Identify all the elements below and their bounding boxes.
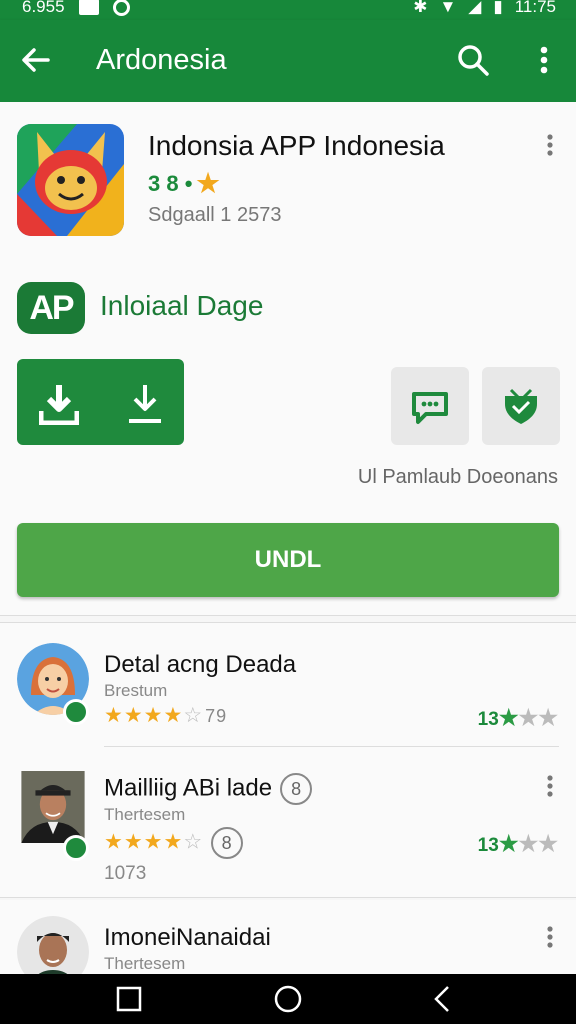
reviewer-name: ImoneiNanaidai [104,924,271,951]
status-clock: 11:75 [514,0,556,16]
search-icon[interactable] [455,42,491,78]
avatar [17,916,89,976]
review-score: 13★★★ [477,705,558,730]
signal-icon: ◢ [468,0,482,16]
card-overflow-icon[interactable] [540,132,560,162]
chat-button[interactable] [391,367,469,445]
reviewer-subtitle: Brestum [104,681,168,700]
back-nav-icon[interactable] [428,984,458,1014]
reviews-card: Detal acng Deada Brestum ★★★★☆ 79 13★★★ M… [0,622,576,898]
overflow-menu-icon[interactable] [532,42,556,78]
chat-icon [412,392,448,424]
app-name: Indonsia APP Indonesia [148,130,445,161]
rating-count: 79 [205,706,228,726]
battery-icon: ▮ [493,0,503,16]
review-overflow-icon[interactable] [540,773,560,803]
developer-name[interactable]: Inloiaal Dage [100,290,263,322]
download-button-group[interactable] [17,359,184,445]
install-button[interactable]: UNDL [17,523,559,597]
recents-icon[interactable] [114,984,144,1014]
divider [104,746,559,747]
reviewer-subtitle: Thertesem [104,805,186,824]
wifi-icon: ▼ [439,0,457,16]
badge-circle: 8 [280,773,313,805]
reviewer-subtitle: Thertesem [104,954,186,973]
review-overflow-icon[interactable] [540,924,560,954]
review-extra: 1073 [104,863,147,884]
star-icon: ★ [196,168,220,198]
install-note: Ul Pamlaub Doeonans [357,466,558,488]
badge-circle: 8 [211,827,244,859]
notification-icon [78,0,99,15]
app-icon[interactable] [17,124,124,236]
back-arrow-icon[interactable] [18,42,54,78]
page-title: Ardonesia [96,44,227,76]
status-bar: 6.955 ✱ ▼ ◢ ▮ 11:75 [0,0,576,20]
system-nav-bar [0,974,576,1024]
star-rating: ★★★★☆ 8 [104,827,244,859]
developer-logo: AP [17,282,85,334]
rating-text: 3 8 • [148,170,193,196]
score-value: 13 [477,835,499,856]
avatar [21,771,85,843]
app-details-card: Indonsia APP Indonesia 3 8 • ★ Sdgaall 1… [0,102,576,616]
reviews-card-2: ImoneiNanaidai Thertesem [0,900,576,976]
verified-badge-icon [63,699,89,725]
reviewer-name-text: Mailliig ABi lade [104,774,273,802]
download-icon [39,385,79,425]
home-icon[interactable] [273,984,303,1014]
app-bar: Ardonesia [0,20,576,102]
app-rating: 3 8 • ★ [148,168,220,199]
star-rating: ★★★★☆ 79 [104,704,228,727]
sync-icon [112,0,130,16]
app-meta: Sdgaall 1 2573 [148,204,282,226]
bluetooth-icon: ✱ [413,0,428,16]
reviewer-name: Mailliig ABi lade 8 [104,773,313,805]
shield-icon [505,388,537,424]
shield-button[interactable] [482,367,560,445]
status-time: 6.955 [22,0,65,16]
score-value: 13 [477,709,499,730]
review-score: 13★★★ [477,831,558,856]
reviewer-name: Detal acng Deada [104,651,297,678]
verified-badge-icon [63,835,89,861]
download-icon [129,385,161,423]
